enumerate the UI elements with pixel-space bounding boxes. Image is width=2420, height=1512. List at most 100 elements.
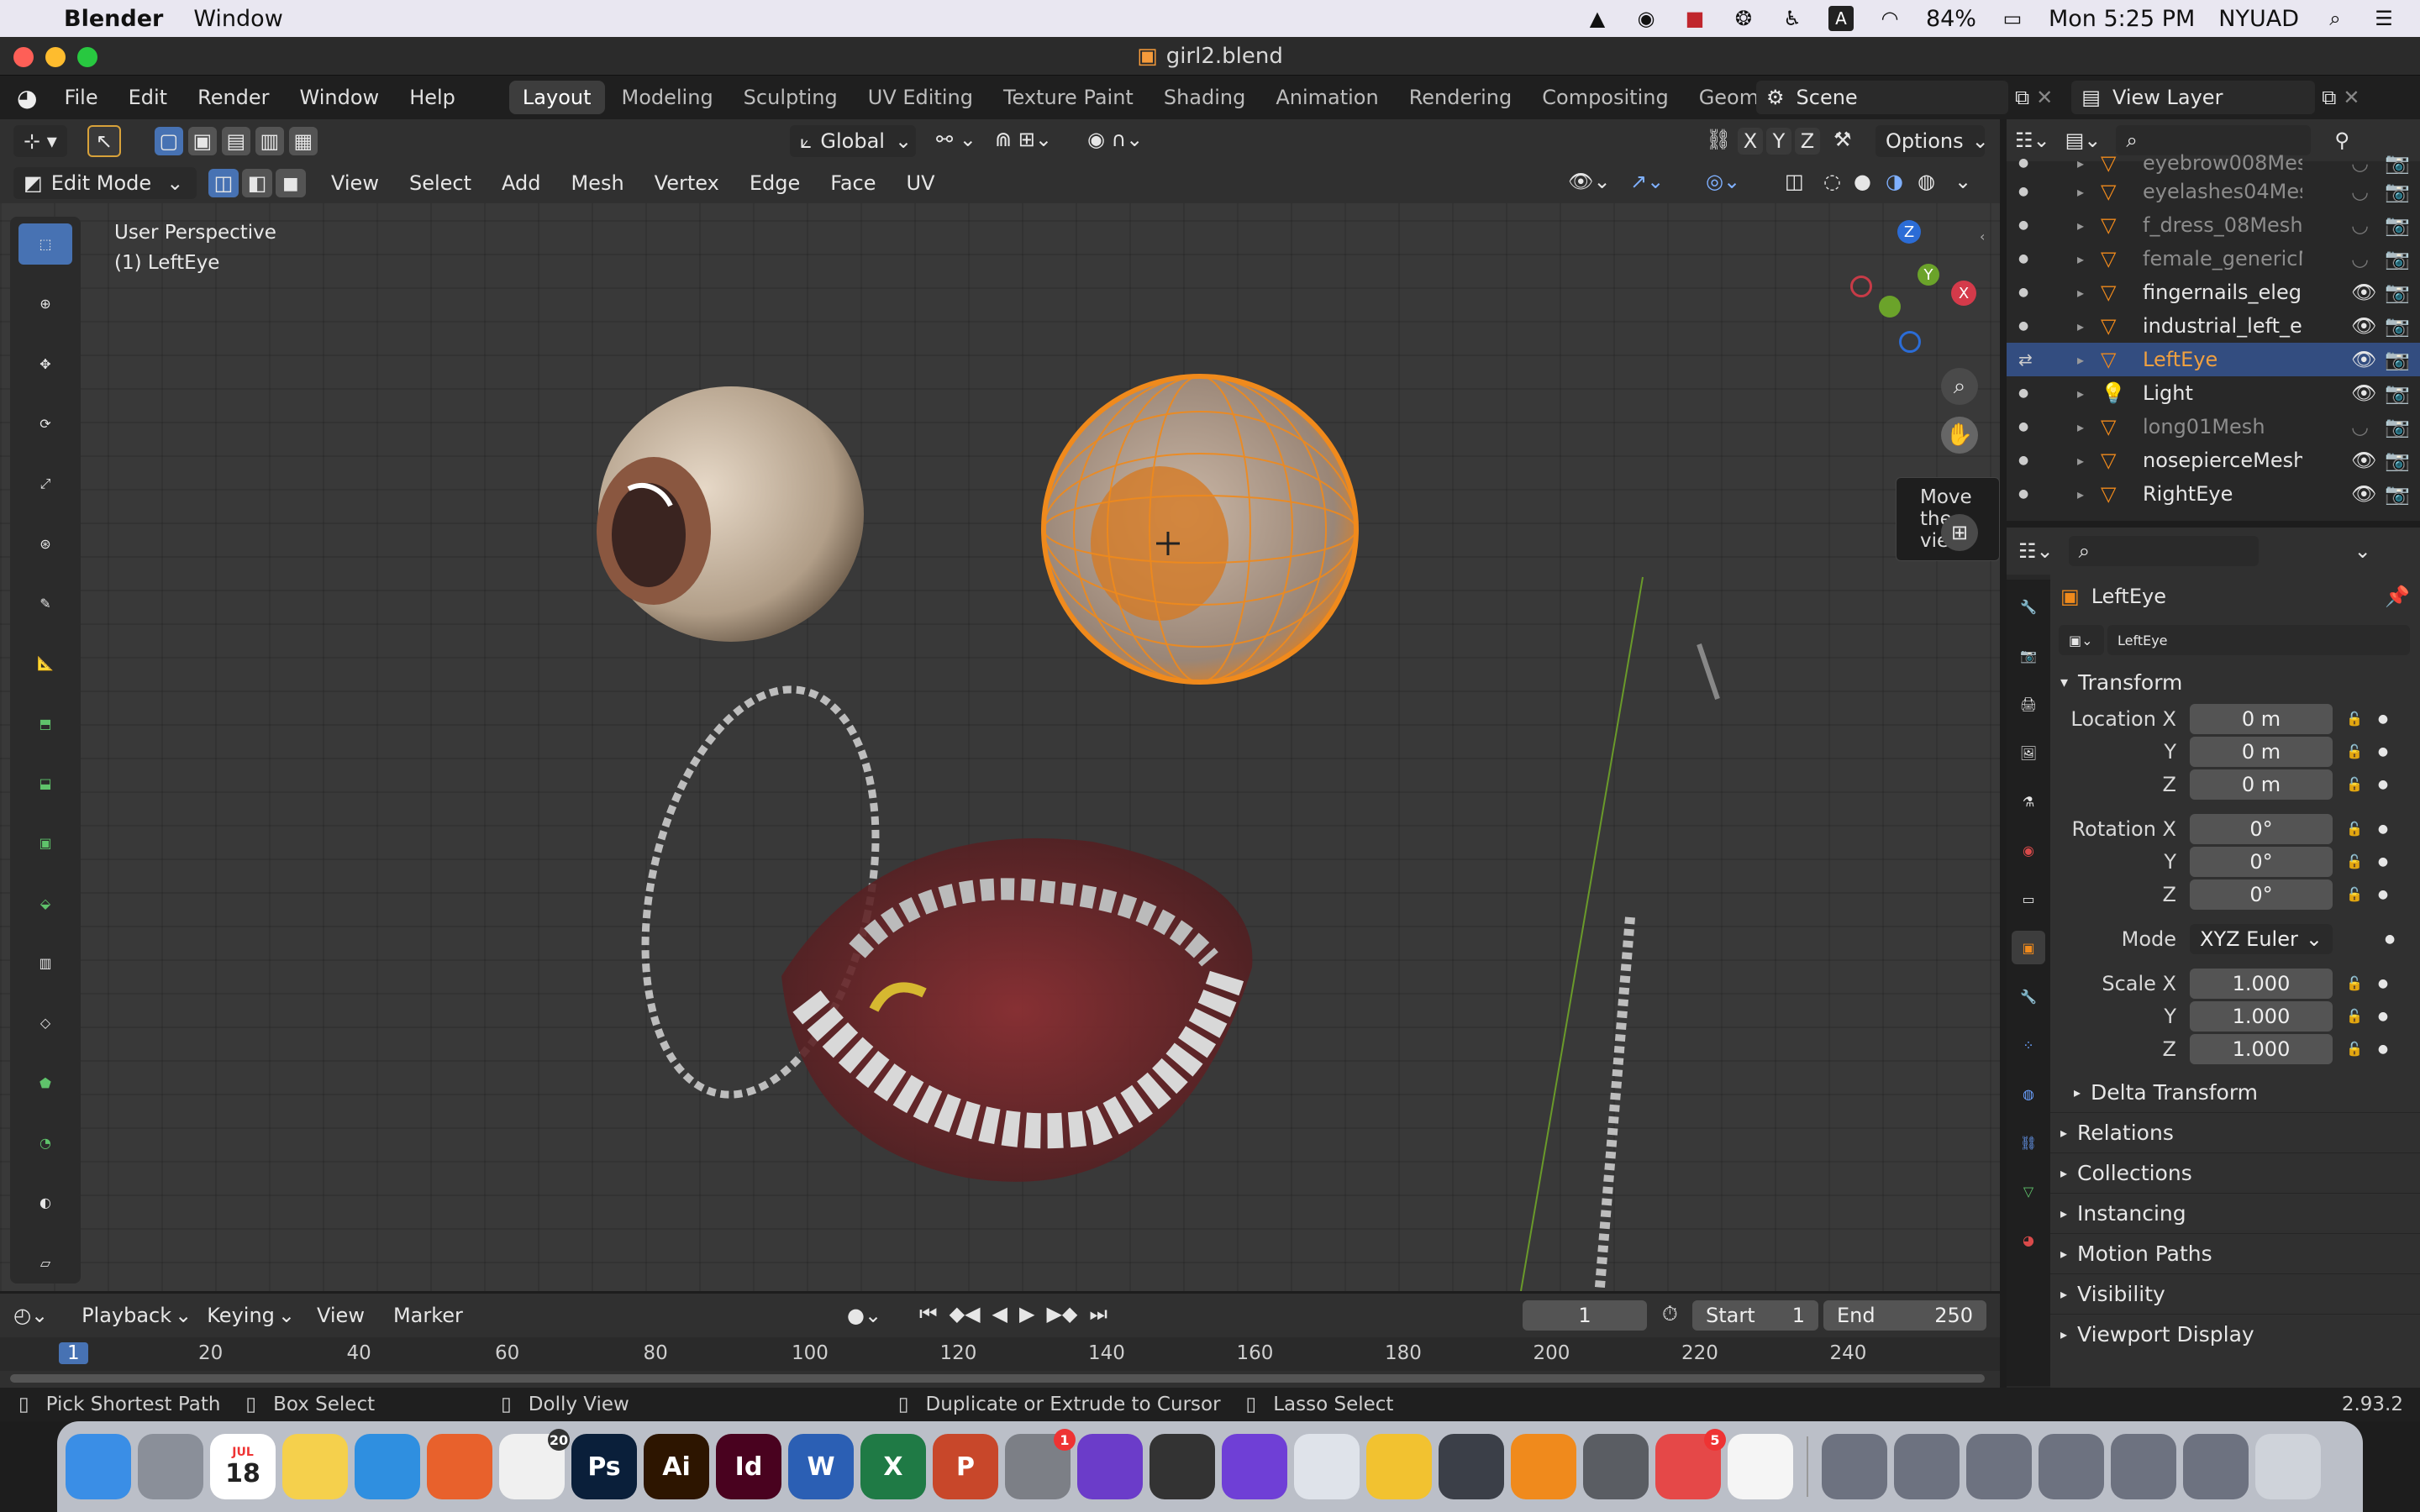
gizmo-x-axis[interactable]: X (1951, 281, 1976, 306)
smooth-tool-icon[interactable]: ◐ (18, 1182, 72, 1223)
outliner-row[interactable]: ● ▸ ▽ long01Mesh ◡ 📷 (2007, 410, 2420, 444)
next-keyframe-icon[interactable]: ▶◆ (1046, 1302, 1077, 1326)
expand-arrow-icon[interactable]: ▸ (2077, 251, 2084, 267)
play-icon[interactable]: ▶ (1019, 1302, 1034, 1326)
tab-animation[interactable]: Animation (1262, 81, 1392, 114)
select-box-tool-icon[interactable]: ⬚ (18, 223, 72, 265)
gizmo-neg-y[interactable] (1879, 296, 1901, 318)
rotate-tool-icon[interactable]: ⟳ (18, 403, 72, 444)
keyframe-dot-icon[interactable]: ● (2378, 855, 2388, 869)
dock-powerpoint-icon[interactable]: P (933, 1434, 998, 1499)
dock-arc-app-icon[interactable] (1222, 1434, 1287, 1499)
navigation-gizmo[interactable]: Z Y X (1840, 220, 1983, 354)
outliner-item-name[interactable]: LeftEye (2143, 348, 2302, 371)
dot-icon[interactable]: ● (2018, 420, 2028, 433)
paw-status-icon[interactable]: ❂ (1731, 6, 1756, 31)
username[interactable]: NYUAD (2218, 6, 2299, 32)
outliner-row[interactable]: ● ▸ ▽ female_genericMe ◡ 📷 (2007, 242, 2420, 276)
render-camera-icon[interactable]: 📷 (2385, 381, 2410, 405)
expand-arrow-icon[interactable]: ▸ (2077, 318, 2084, 334)
play-reverse-icon[interactable]: ◀ (992, 1302, 1007, 1326)
dock-firefox-icon[interactable] (427, 1434, 492, 1499)
outliner-item-name[interactable]: f_dress_08Mesh (2143, 213, 2302, 237)
scale-tool-icon[interactable]: ⤢ (18, 463, 72, 504)
outliner-item-name[interactable]: Light (2143, 381, 2302, 405)
object-type-dropdown[interactable]: ▣⌄ (2059, 625, 2104, 655)
vlc-status-icon[interactable]: ▲ (1585, 6, 1610, 31)
dock-blender-icon[interactable] (1728, 1434, 1793, 1499)
app-menu-blender[interactable]: Blender (64, 6, 163, 32)
location-z-field[interactable]: 0 m (2190, 769, 2333, 800)
world-tab-icon[interactable]: ◉ (2012, 833, 2045, 867)
data-tab-icon[interactable]: ▽ (2012, 1174, 2045, 1208)
dot-icon[interactable]: ● (2018, 319, 2028, 333)
dock-word-icon[interactable]: W (788, 1434, 854, 1499)
dock-final-cut-icon[interactable] (1150, 1434, 1215, 1499)
outliner-editor-type-icon[interactable]: ☷⌄ (2015, 129, 2050, 152)
outliner-item-name[interactable]: nosepierceMesh (2143, 449, 2302, 472)
move-tool-icon[interactable]: ✥ (18, 344, 72, 385)
physics-tab-icon[interactable]: ◍ (2012, 1077, 2045, 1110)
visibility-eye-icon[interactable]: ◡ (2351, 180, 2369, 203)
3d-viewport[interactable]: ⊹ ▾ ↖ ▢ ▣ ▤ ▥ ▦ ⟀ Global ⌄ ⚯ ⌄ ⋒ ⊞⌄ ◉ ∩⌄… (0, 119, 2000, 1291)
collection-tab-icon[interactable]: ▭ (2012, 882, 2045, 916)
transform-tool-icon[interactable]: ⊛ (18, 523, 72, 564)
end-frame-field[interactable]: End 250 (1823, 1300, 1986, 1331)
dot-icon[interactable]: ● (2018, 252, 2028, 265)
expand-arrow-icon[interactable]: ▸ (2077, 155, 2084, 171)
edit-mode-indicator-icon[interactable]: ⇄ (2018, 349, 2033, 370)
visibility-eye-icon[interactable]: ◡ (2351, 213, 2369, 237)
location-y-field[interactable]: 0 m (2190, 736, 2333, 767)
render-camera-icon[interactable]: 📷 (2385, 247, 2410, 270)
tab-rendering[interactable]: Rendering (1396, 81, 1526, 114)
output-tab-icon[interactable]: 🖨 (2012, 687, 2045, 721)
dock-chrome-icon[interactable]: 20 (499, 1429, 570, 1499)
menu-edit[interactable]: Edit (113, 86, 182, 109)
properties-search-input[interactable]: ⌕ (2068, 536, 2259, 566)
timeline-editor-type-icon[interactable]: ◴⌄ (13, 1304, 48, 1327)
section-collections[interactable]: ▸ Collections (2050, 1152, 2420, 1193)
dock-window-thumb-1-icon[interactable] (1894, 1434, 1960, 1499)
chevron-down-icon[interactable]: ⌄ (2354, 539, 2371, 563)
add-cube-tool-icon[interactable]: ⬒ (18, 703, 72, 744)
dock-screen-app-icon[interactable] (1077, 1434, 1143, 1499)
modifier-tab-icon[interactable]: 🔧 (2012, 979, 2045, 1013)
lock-icon[interactable]: 🔓 (2346, 1041, 2363, 1057)
start-frame-field[interactable]: Start 1 (1692, 1300, 1818, 1331)
render-camera-icon[interactable]: 📷 (2385, 213, 2410, 237)
outliner-row[interactable]: ● ▸ ▽ f_dress_08Mesh ◡ 📷 (2007, 208, 2420, 242)
dot-icon[interactable]: ● (2018, 185, 2028, 198)
rotation-y-field[interactable]: 0° (2190, 846, 2333, 877)
measure-tool-icon[interactable]: 📐 (18, 643, 72, 684)
knife-tool-icon[interactable]: ◇ (18, 1002, 72, 1043)
dock-launchpad-icon[interactable] (138, 1434, 203, 1499)
dock-window-thumb-5-icon[interactable] (2183, 1434, 2249, 1499)
tab-layout[interactable]: Layout (508, 81, 605, 114)
dock-trash-icon[interactable] (2255, 1434, 2321, 1499)
control-center-icon[interactable]: ☰ (2371, 6, 2396, 31)
view-layer-tab-icon[interactable]: 🖼 (2012, 736, 2045, 769)
blender-logo-icon[interactable]: ◕ (0, 84, 49, 112)
pin-icon[interactable]: 📌 (2385, 585, 2410, 608)
section-instancing[interactable]: ▸ Instancing (2050, 1193, 2420, 1233)
dock-vlc-icon[interactable] (1511, 1434, 1576, 1499)
lock-icon[interactable]: 🔓 (2346, 776, 2363, 792)
expand-arrow-icon[interactable]: ▸ (2077, 386, 2084, 402)
new-scene-icon[interactable]: ⧉ (2015, 86, 2029, 109)
shear-tool-icon[interactable]: ▱ (18, 1242, 72, 1284)
render-camera-icon[interactable]: 📷 (2385, 151, 2410, 175)
visibility-eye-icon[interactable]: 👁 (2351, 281, 2376, 304)
tab-sculpting[interactable]: Sculpting (730, 81, 851, 114)
dot-icon[interactable]: ● (2018, 218, 2028, 232)
visibility-eye-icon[interactable]: ◡ (2351, 247, 2369, 270)
expand-arrow-icon[interactable]: ▸ (2077, 218, 2084, 234)
dot-icon[interactable]: ● (2018, 286, 2028, 299)
scale-y-field[interactable]: 1.000 (2190, 1000, 2333, 1032)
jump-start-icon[interactable]: ⏮ (919, 1302, 938, 1326)
app-status-icon[interactable]: ■ (1682, 6, 1707, 31)
render-camera-icon[interactable]: 📷 (2385, 348, 2410, 371)
properties-editor-type-icon[interactable]: ☷⌄ (2018, 539, 2054, 563)
outliner-item-name[interactable]: eyebrow008Mesh (2143, 151, 2302, 175)
timeline-menu-playback[interactable]: Playback (82, 1304, 171, 1327)
collapse-sidebar-icon[interactable]: ‹ (1980, 228, 1985, 244)
